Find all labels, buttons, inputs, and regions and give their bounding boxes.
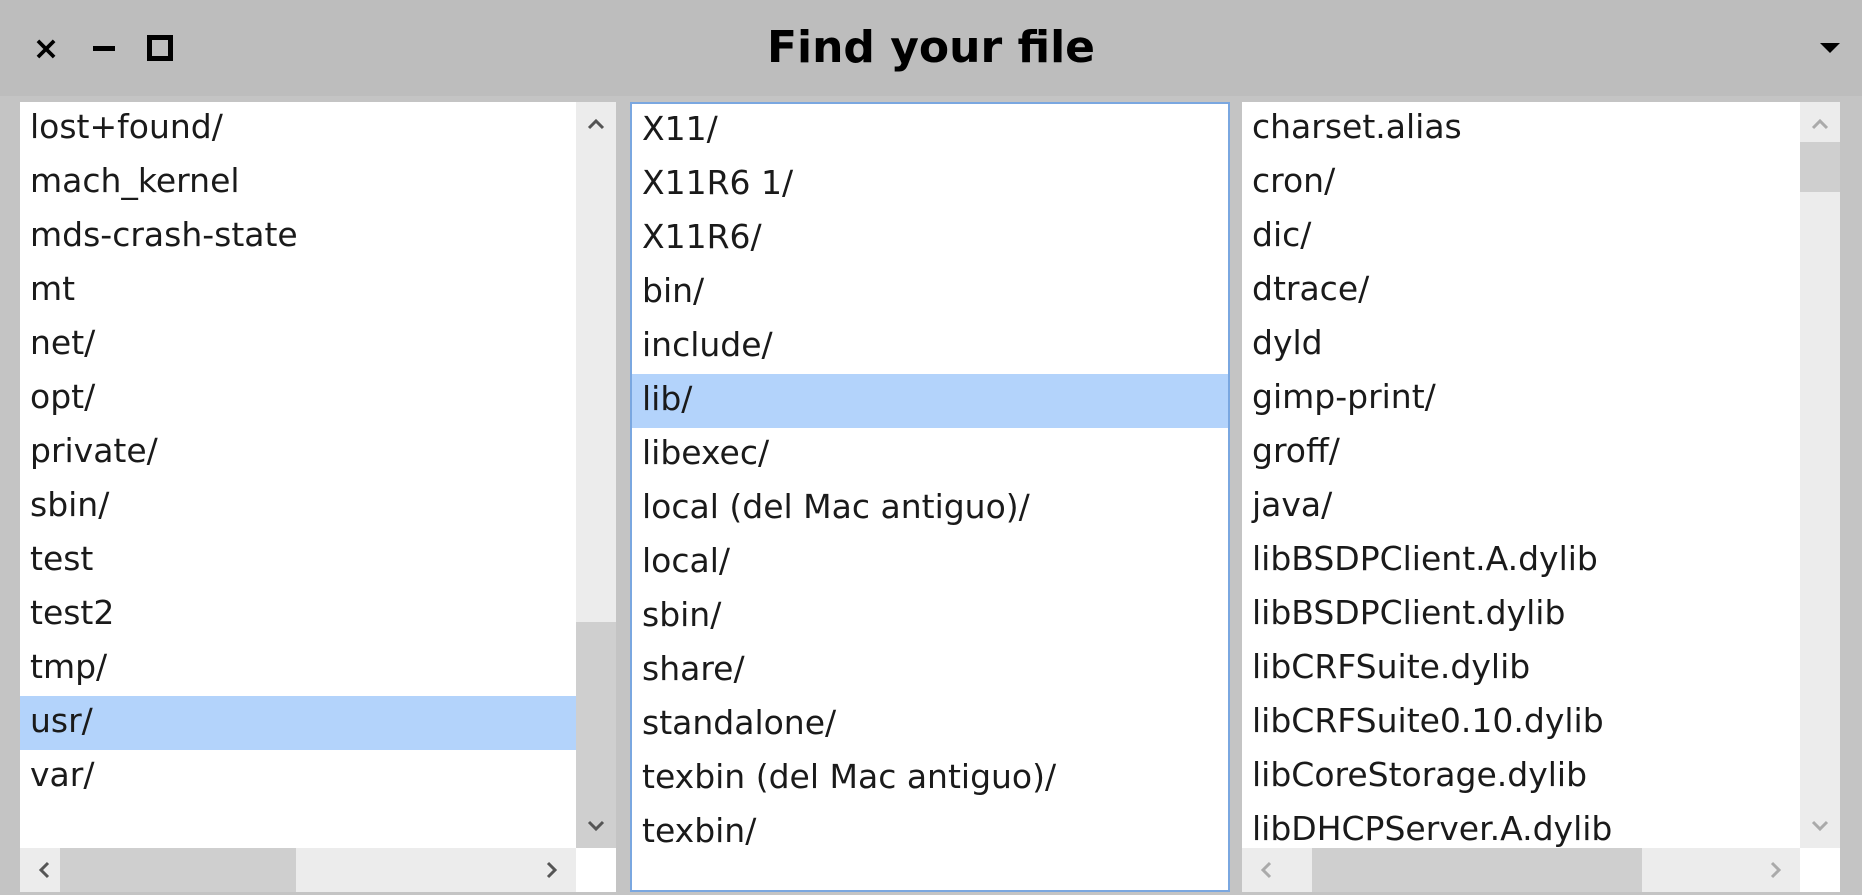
scroll-thumb[interactable]: [1800, 142, 1840, 192]
list-item[interactable]: libCRFSuite.dylib: [1242, 642, 1800, 696]
title-bar[interactable]: × Find your file: [0, 0, 1862, 96]
list-item[interactable]: test: [20, 534, 576, 588]
list-item[interactable]: sbin/: [632, 590, 1228, 644]
list-item[interactable]: net/: [20, 318, 576, 372]
list-item[interactable]: libexec/: [632, 428, 1228, 482]
chevron-up-icon: [1811, 118, 1829, 130]
chevron-left-icon: [38, 861, 50, 879]
list-item[interactable]: private/: [20, 426, 576, 480]
list-item-selected[interactable]: usr/: [20, 696, 576, 750]
vertical-scrollbar[interactable]: [576, 102, 616, 848]
list-item[interactable]: mt: [20, 264, 576, 318]
file-list: lost+found/ mach_kernel mds-crash-state …: [20, 102, 576, 804]
scroll-up-button[interactable]: [578, 106, 614, 142]
scroll-left-button[interactable]: [1248, 852, 1284, 888]
list-item[interactable]: sbin/: [20, 480, 576, 534]
list-item[interactable]: charset.alias: [1242, 102, 1800, 156]
close-icon: ×: [32, 29, 60, 67]
file-list: X11/ X11R6 1/ X11R6/ bin/ include/ lib/ …: [632, 104, 1228, 860]
scroll-right-button[interactable]: [1758, 852, 1794, 888]
list-item[interactable]: local (del Mac antiguo)/: [632, 482, 1228, 536]
scroll-right-button[interactable]: [534, 852, 570, 888]
list-item[interactable]: mds-crash-state: [20, 210, 576, 264]
list-item[interactable]: groff/: [1242, 426, 1800, 480]
horizontal-scrollbar[interactable]: [1242, 848, 1800, 892]
scroll-down-button[interactable]: [578, 808, 614, 844]
window-title: Find your file: [766, 22, 1096, 73]
list-item[interactable]: libCRFSuite0.10.dylib: [1242, 696, 1800, 750]
chevron-right-icon: [546, 861, 558, 879]
list-item[interactable]: lost+found/: [20, 102, 576, 156]
horizontal-scrollbar[interactable]: [20, 848, 576, 892]
dropdown-menu-icon: [1820, 43, 1840, 53]
chevron-up-icon: [587, 118, 605, 130]
scroll-thumb[interactable]: [1312, 848, 1642, 892]
list-item-selected[interactable]: lib/: [632, 374, 1228, 428]
list-item[interactable]: java/: [1242, 480, 1800, 534]
list-item[interactable]: var/: [20, 750, 576, 804]
list-item[interactable]: cron/: [1242, 156, 1800, 210]
directory-column-usr[interactable]: X11/ X11R6 1/ X11R6/ bin/ include/ lib/ …: [630, 102, 1230, 892]
window-menu-button[interactable]: [1812, 34, 1848, 62]
vertical-scrollbar[interactable]: [1800, 102, 1840, 848]
list-item[interactable]: standalone/: [632, 698, 1228, 752]
chevron-down-icon: [1811, 820, 1829, 832]
list-item[interactable]: test2: [20, 588, 576, 642]
list-item[interactable]: tmp/: [20, 642, 576, 696]
list-item[interactable]: texbin (del Mac antiguo)/: [632, 752, 1228, 806]
chevron-down-icon: [587, 820, 605, 832]
scroll-down-button[interactable]: [1802, 808, 1838, 844]
scroll-thumb[interactable]: [60, 848, 296, 892]
list-item[interactable]: X11/: [632, 104, 1228, 158]
list-item[interactable]: include/: [632, 320, 1228, 374]
maximize-icon: [147, 35, 173, 61]
list-item[interactable]: X11R6/: [632, 212, 1228, 266]
directory-column-root[interactable]: lost+found/ mach_kernel mds-crash-state …: [20, 102, 616, 892]
list-item[interactable]: mach_kernel: [20, 156, 576, 210]
maximize-button[interactable]: [140, 24, 180, 72]
list-item[interactable]: X11R6 1/: [632, 158, 1228, 212]
list-item[interactable]: gimp-print/: [1242, 372, 1800, 426]
close-button[interactable]: ×: [26, 24, 66, 72]
chevron-right-icon: [1770, 861, 1782, 879]
directory-column-lib[interactable]: charset.alias cron/ dic/ dtrace/ dyld gi…: [1242, 102, 1840, 892]
list-item[interactable]: bin/: [632, 266, 1228, 320]
list-item[interactable]: share/: [632, 644, 1228, 698]
list-item[interactable]: dic/: [1242, 210, 1800, 264]
chevron-left-icon: [1260, 861, 1272, 879]
list-item[interactable]: dyld: [1242, 318, 1800, 372]
list-item[interactable]: libBSDPClient.A.dylib: [1242, 534, 1800, 588]
list-item[interactable]: libBSDPClient.dylib: [1242, 588, 1800, 642]
list-item[interactable]: dtrace/: [1242, 264, 1800, 318]
minimize-icon: [93, 45, 115, 51]
scroll-up-button[interactable]: [1802, 106, 1838, 142]
list-item[interactable]: opt/: [20, 372, 576, 426]
find-file-window: × Find your file lost+found/ mach_kernel…: [0, 0, 1862, 895]
file-list: charset.alias cron/ dic/ dtrace/ dyld gi…: [1242, 102, 1800, 858]
minimize-button[interactable]: [84, 24, 124, 72]
scroll-left-button[interactable]: [26, 852, 62, 888]
list-item[interactable]: local/: [632, 536, 1228, 590]
list-item[interactable]: texbin/: [632, 806, 1228, 860]
list-item[interactable]: libCoreStorage.dylib: [1242, 750, 1800, 804]
